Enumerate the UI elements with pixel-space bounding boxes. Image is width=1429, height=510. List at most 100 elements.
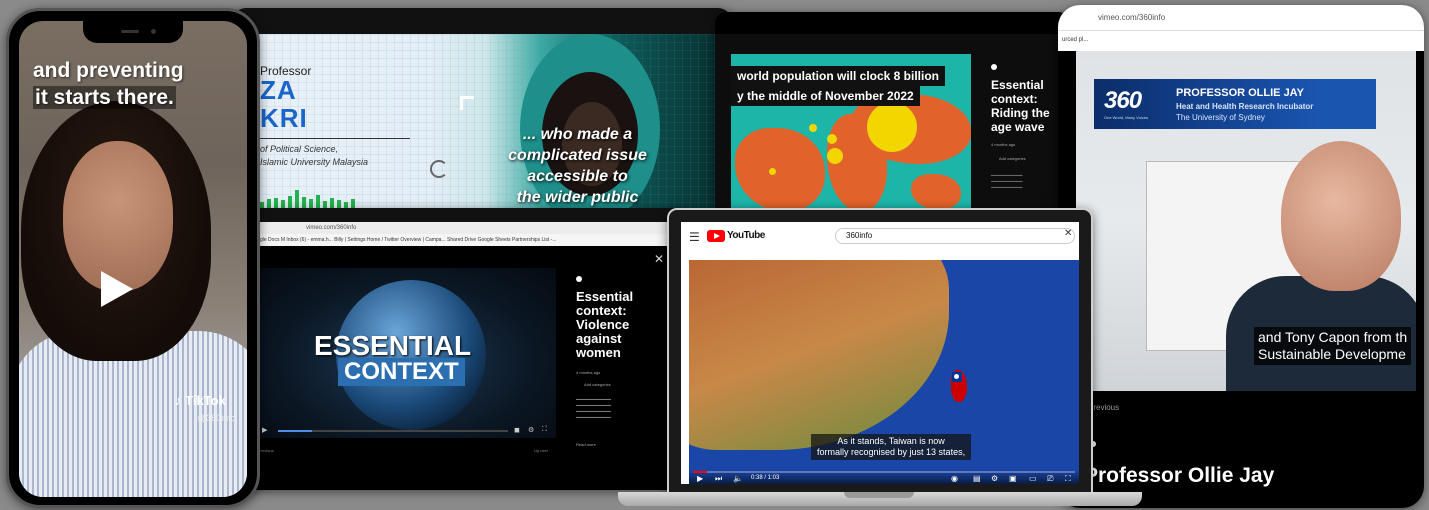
population-bubble: [809, 124, 817, 132]
map-mainland: [689, 260, 949, 450]
search-input[interactable]: 360info: [835, 228, 1075, 244]
video-caption: and preventing it starts there.: [33, 57, 184, 111]
speaker-name: PROFESSOR OLLIE JAY: [1176, 87, 1304, 99]
video-subtitle: As it stands, Taiwan is now formally rec…: [811, 434, 972, 460]
taiwan-flag-marker: [951, 370, 967, 402]
phone-screen[interactable]: and preventing it starts there. ♪ TikTok…: [19, 21, 247, 497]
toggle-icon[interactable]: ◉: [951, 474, 958, 483]
video-title: Essential context: Riding the age wave: [991, 78, 1050, 134]
professor-name-line1: ZA: [260, 75, 297, 105]
brand-name[interactable]: YouTube: [727, 230, 765, 241]
phone-notch: [83, 21, 183, 43]
quote-line1: ... who made a: [522, 126, 633, 143]
channel-avatar[interactable]: [991, 64, 997, 70]
up-next-link[interactable]: Up next: [534, 448, 548, 453]
video-player[interactable]: As it stands, Taiwan is now formally rec…: [689, 260, 1079, 484]
add-categories-link[interactable]: Add categories: [584, 382, 611, 387]
player-title-line2: CONTEXT: [338, 358, 465, 386]
volume-icon[interactable]: 🔈: [733, 474, 743, 483]
add-categories-link[interactable]: Add categories: [999, 156, 1026, 161]
browser-vimeo: vimeo.com/360info gle Docs M Inbox (6) -…: [238, 208, 683, 490]
previous-link[interactable]: Previous: [258, 448, 274, 453]
captions-icon[interactable]: ▤: [973, 474, 981, 483]
divider: [260, 138, 410, 139]
fullscreen-icon[interactable]: ⛶: [542, 426, 547, 434]
bookmarks-bar[interactable]: gle Docs M Inbox (6) - emma.h... Billy |…: [256, 234, 680, 246]
speaker-university: The University of Sydney: [1176, 113, 1265, 122]
seek-progress: [278, 430, 312, 432]
url-text[interactable]: vimeo.com/360info: [306, 225, 356, 231]
play-icon[interactable]: ▶: [262, 426, 267, 434]
professor-role: of Political Science, Islamic University…: [260, 143, 368, 169]
lower-third-banner: 360 One World, Many Voices PROFESSOR OLL…: [1094, 79, 1376, 129]
frame-bracket: [460, 96, 474, 110]
close-icon[interactable]: ✕: [654, 252, 664, 266]
subbar-text: urced pl...: [1062, 37, 1089, 43]
interview-video[interactable]: 360 One World, Many Voices PROFESSOR OLL…: [1076, 51, 1416, 391]
play-icon[interactable]: [101, 271, 133, 307]
video-title: Professor Ollie Jay: [1084, 464, 1275, 487]
laptop-notch: [844, 492, 914, 498]
settings-icon[interactable]: ⚙: [991, 474, 998, 483]
population-bubble: [769, 168, 776, 175]
video-date: 4 months ago: [991, 142, 1016, 147]
loading-spinner-icon: [430, 160, 448, 178]
professor-name-line2: KRI: [260, 103, 308, 133]
time-readout: 0:38 / 1:03: [751, 475, 780, 481]
fullscreen-icon[interactable]: ⛶: [1065, 474, 1071, 484]
monitor-topbar: [715, 12, 1070, 34]
tablet-vimeo: vimeo.com/360info urced pl... 360 One Wo…: [1058, 5, 1424, 508]
quote-caption: ... who made a complicated issue accessi…: [475, 124, 680, 208]
video-player[interactable]: ESSENTIAL CONTEXT ▶ ◼ ⚙ ⛶: [256, 268, 556, 438]
speaker-grille: [121, 30, 139, 33]
hamburger-menu-icon[interactable]: ☰: [689, 230, 700, 244]
address-bar[interactable]: vimeo.com/360info: [256, 222, 680, 234]
population-map[interactable]: world population will clock 8 billion y …: [731, 54, 971, 212]
video-subtitle: and Tony Capon from th Sustainable Devel…: [1254, 327, 1412, 365]
play-icon[interactable]: ▶: [697, 474, 703, 483]
seek-bar[interactable]: [693, 471, 1075, 473]
settings-icon[interactable]: ⚙: [528, 426, 534, 434]
subtitle-line1: As it stands, Taiwan is now: [837, 436, 945, 446]
url-text[interactable]: vimeo.com/360info: [1098, 13, 1165, 22]
player-controls: ▶ ⏭ 🔈 0:38 / 1:03 ◉ ▤ ⚙ ▣ ▭ ⎚ ⛶: [689, 470, 1079, 484]
tiktok-logo: ♪ TikTok: [175, 393, 226, 408]
subtitle-line2: formally recognised by just 13 states,: [817, 447, 966, 457]
role-line1: of Political Science,: [260, 144, 339, 154]
clear-search-icon[interactable]: ✕: [1064, 228, 1072, 239]
role-line2: Islamic University Malaysia: [260, 157, 369, 167]
speaker-affiliation: Heat and Health Research Incubator: [1176, 102, 1314, 111]
seek-bar[interactable]: [278, 430, 508, 432]
video-date: 4 months ago: [576, 370, 601, 375]
subtitle-line1: and Tony Capon from th: [1258, 329, 1408, 345]
brand-logo: 360: [1104, 87, 1142, 114]
continent-americas: [735, 128, 825, 212]
youtube-logo-icon[interactable]: [707, 230, 725, 242]
video-description: ▬▬▬▬▬▬▬▬▬ ▬▬▬▬▬▬▬▬▬ ▬▬▬▬▬▬▬▬▬: [991, 173, 1023, 189]
read-more-link[interactable]: Read more: [576, 442, 596, 447]
brand-name: TikTok: [185, 393, 226, 408]
continent-oceania: [911, 174, 961, 210]
channel-avatar[interactable]: [576, 276, 582, 282]
quote-line3: accessible to: [527, 168, 628, 185]
address-bar[interactable]: vimeo.com/360info: [1058, 5, 1424, 31]
population-bubble: [827, 148, 843, 164]
miniplayer-icon[interactable]: ▣: [1009, 474, 1017, 483]
brand-tagline: One World, Many Voices: [1104, 115, 1148, 120]
volume-icon[interactable]: ◼: [514, 426, 520, 434]
monitor-professor-card: Professor ZA KRI of Political Science, I…: [232, 8, 732, 223]
page-subbar: urced pl...: [1058, 31, 1424, 51]
next-icon[interactable]: ⏭: [715, 474, 722, 484]
player-controls: ▶ ◼ ⚙ ⛶: [262, 426, 552, 436]
quote-line4: the wider public: [516, 189, 639, 206]
cast-icon[interactable]: ⎚: [1047, 474, 1053, 484]
subtitle-line2: Sustainable Developme: [1258, 346, 1406, 362]
theater-icon[interactable]: ▭: [1029, 474, 1037, 483]
laptop-screen: ☰ YouTube 360info ✕ As it stands, Taiwan…: [681, 222, 1079, 484]
caption-line1: and preventing: [33, 59, 184, 82]
page-content: ✕ ESSENTIAL CONTEXT ▶ ◼ ⚙ ⛶ Essential co…: [256, 246, 680, 490]
laptop-youtube: ☰ YouTube 360info ✕ As it stands, Taiwan…: [667, 208, 1093, 494]
professor-name: ZA KRI: [260, 76, 308, 132]
phone-tiktok: and preventing it starts there. ♪ TikTok…: [6, 8, 260, 508]
population-bubble: [827, 134, 837, 144]
